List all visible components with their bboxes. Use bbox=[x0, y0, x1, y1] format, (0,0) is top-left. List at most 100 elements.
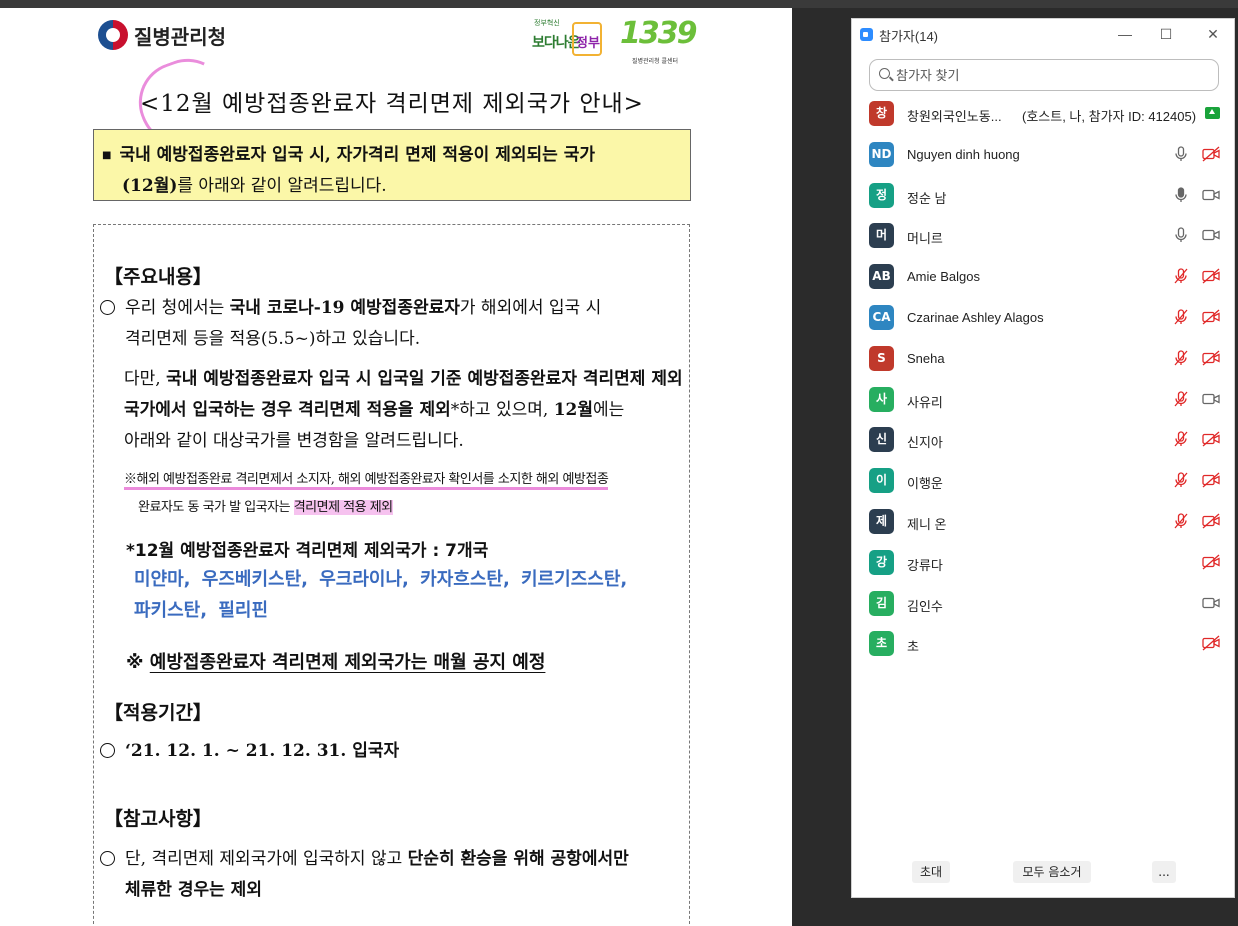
notice-month: (12월) bbox=[122, 176, 178, 196]
participant-status-icons bbox=[1172, 309, 1220, 325]
kdca-emblem-icon bbox=[98, 20, 128, 50]
video-off-icon[interactable] bbox=[1202, 309, 1220, 325]
background-area bbox=[792, 8, 851, 926]
avatar: 제 bbox=[869, 508, 894, 534]
participant-row[interactable]: CA Czarinae Ashley Alagos bbox=[852, 301, 1236, 342]
mute-all-button[interactable]: 모두 음소거 bbox=[1013, 861, 1091, 883]
avatar: 창 bbox=[869, 101, 894, 126]
search-icon bbox=[879, 68, 890, 79]
participant-name: 김인수 bbox=[907, 598, 943, 614]
participant-row[interactable]: 머 머니르 bbox=[852, 219, 1236, 260]
avatar: AB bbox=[869, 264, 894, 290]
participant-search[interactable] bbox=[869, 59, 1219, 91]
video-off-icon[interactable] bbox=[1202, 635, 1220, 651]
countries-line1: 미얀마, 우즈베키스탄, 우크라이나, 카자흐스탄, 키르기즈스탄, bbox=[134, 569, 628, 590]
participant-name: Nguyen dinh huong bbox=[907, 146, 1020, 162]
video-off-icon[interactable] bbox=[1202, 431, 1220, 447]
participant-name: 초 bbox=[907, 639, 919, 655]
participant-name: Amie Balgos bbox=[907, 269, 980, 285]
video-camera-icon[interactable] bbox=[1202, 227, 1220, 243]
participant-row[interactable]: 김 김인수 bbox=[852, 587, 1236, 628]
maximize-button[interactable]: ☐ bbox=[1151, 23, 1181, 45]
participant-status-icons bbox=[1172, 390, 1220, 407]
hotline-sub: 질병관리청 콜센터 bbox=[632, 58, 679, 65]
video-off-icon[interactable] bbox=[1202, 513, 1220, 529]
avatar: 머 bbox=[869, 223, 894, 249]
zoom-app-icon bbox=[860, 28, 873, 41]
participant-status-icons bbox=[1172, 227, 1220, 243]
kdca-logo-text: 질병관리청 bbox=[134, 24, 226, 49]
participant-name: 이행운 bbox=[907, 476, 943, 492]
participant-role: (호스트, 나, 참가자 ID: 412405) bbox=[1022, 109, 1197, 124]
main-heading: 【주요내용】 bbox=[104, 266, 212, 288]
monthly-notice: ※ 예방접종완료자 격리면제 제외국가는 매월 공지 예정 bbox=[126, 652, 546, 673]
period-heading: 【적용기간】 bbox=[104, 702, 212, 724]
hotline-logo: 1339 질병관리청 콜센터 bbox=[620, 16, 697, 65]
avatar: 초 bbox=[869, 631, 894, 657]
mic-muted-icon[interactable] bbox=[1172, 309, 1190, 325]
hotline-number: 1339 bbox=[620, 16, 697, 51]
mic-muted-icon[interactable] bbox=[1172, 390, 1190, 407]
gov-innovation-logo: 정부혁신 보다나은 정부 bbox=[532, 18, 604, 58]
period-text: ‘21. 12. 1. ~ 21. 12. 31. 입국자 bbox=[100, 736, 399, 767]
panel-title: 참가자(14) bbox=[879, 29, 938, 44]
video-camera-icon[interactable] bbox=[1202, 595, 1220, 611]
participant-row[interactable]: 초초 bbox=[852, 627, 1236, 668]
top-strip bbox=[0, 0, 1238, 8]
participant-row[interactable]: 이 이행운 bbox=[852, 464, 1236, 505]
participant-status-icons bbox=[1172, 472, 1220, 488]
video-off-icon[interactable] bbox=[1202, 554, 1220, 570]
participant-name: 창원외국인노동... bbox=[907, 109, 1002, 124]
video-off-icon[interactable] bbox=[1202, 268, 1220, 284]
mic-muted-icon[interactable] bbox=[1172, 431, 1190, 447]
participant-status-icons bbox=[1172, 268, 1220, 284]
microphone-icon[interactable] bbox=[1172, 186, 1190, 203]
paragraph-2: 다만, 국내 예방접종완료자 입국 시 입국일 기준 예방접종완료자 격리면제 … bbox=[124, 369, 683, 451]
background-area-bottom bbox=[851, 898, 1238, 926]
more-button[interactable]: ... bbox=[1152, 861, 1176, 883]
title-bar: 참가자(14) — ☐ ✕ bbox=[852, 19, 1236, 49]
participant-row[interactable]: 강 강류다 bbox=[852, 546, 1236, 587]
invite-button[interactable]: 초대 bbox=[912, 861, 950, 883]
mic-muted-icon[interactable] bbox=[1172, 268, 1190, 284]
countries-line2: 파키스탄, 필리핀 bbox=[134, 600, 269, 621]
avatar: 사 bbox=[869, 386, 894, 412]
footnote: ※해외 예방접종완료 격리면제서 소지자, 해외 예방접종완료자 확인서를 소지… bbox=[124, 472, 609, 515]
participant-row[interactable]: 사 사유리 bbox=[852, 383, 1236, 424]
participant-row[interactable]: AB Amie Balgos bbox=[852, 260, 1236, 301]
mic-muted-icon[interactable] bbox=[1172, 513, 1190, 529]
excluded-countries: 미얀마, 우즈베키스탄, 우크라이나, 카자흐스탄, 키르기즈스탄, 파키스탄,… bbox=[134, 564, 694, 626]
excluded-countries-heading: *12월 예방접종완료자 격리면제 제외국가 : 7개국 bbox=[126, 541, 489, 561]
participant-list: 창 창원외국인노동... (호스트, 나, 참가자 ID: 412405) ND Ngu… bbox=[852, 97, 1236, 668]
avatar: 강 bbox=[869, 549, 894, 575]
mic-muted-icon[interactable] bbox=[1172, 472, 1190, 488]
participant-row[interactable]: ND Nguyen dinh huong bbox=[852, 138, 1236, 179]
video-camera-icon[interactable] bbox=[1202, 391, 1220, 407]
search-input[interactable] bbox=[896, 65, 1206, 85]
participant-row[interactable]: 신 신지아 bbox=[852, 423, 1236, 464]
microphone-icon[interactable] bbox=[1172, 146, 1190, 162]
participants-panel: 참가자(14) — ☐ ✕ 창 창원외국인노동... (호스트, 나, 참가자 ID… bbox=[851, 18, 1235, 898]
participant-row[interactable]: 정 정순 남 bbox=[852, 179, 1236, 220]
share-screen-icon bbox=[1205, 107, 1220, 119]
mic-muted-icon[interactable] bbox=[1172, 350, 1190, 366]
participant-row[interactable]: S Sneha bbox=[852, 342, 1236, 383]
close-button[interactable]: ✕ bbox=[1198, 23, 1228, 45]
video-off-icon[interactable] bbox=[1202, 472, 1220, 488]
participant-row[interactable]: 창 창원외국인노동... (호스트, 나, 참가자 ID: 412405) bbox=[852, 97, 1236, 138]
avatar: 김 bbox=[869, 590, 894, 616]
video-camera-icon[interactable] bbox=[1202, 187, 1220, 203]
video-off-icon[interactable] bbox=[1202, 350, 1220, 366]
participant-name: Sneha bbox=[907, 350, 945, 366]
video-off-icon[interactable] bbox=[1202, 146, 1220, 162]
kdca-logo: 질병관리청 bbox=[98, 20, 226, 50]
participant-name: Czarinae Ashley Alagos bbox=[907, 309, 1044, 325]
participant-name: 머니르 bbox=[907, 231, 943, 247]
microphone-icon[interactable] bbox=[1172, 227, 1190, 243]
circle-bullet-icon bbox=[100, 743, 115, 758]
participant-name: 제니 온 bbox=[907, 516, 947, 532]
participant-row[interactable]: 제 제니 온 bbox=[852, 505, 1236, 546]
document-title: <12월 예방접종완료자 격리면제 제외국가 안내> bbox=[140, 91, 644, 117]
minimize-button[interactable]: — bbox=[1110, 23, 1140, 45]
participant-name: 강류다 bbox=[907, 557, 943, 573]
